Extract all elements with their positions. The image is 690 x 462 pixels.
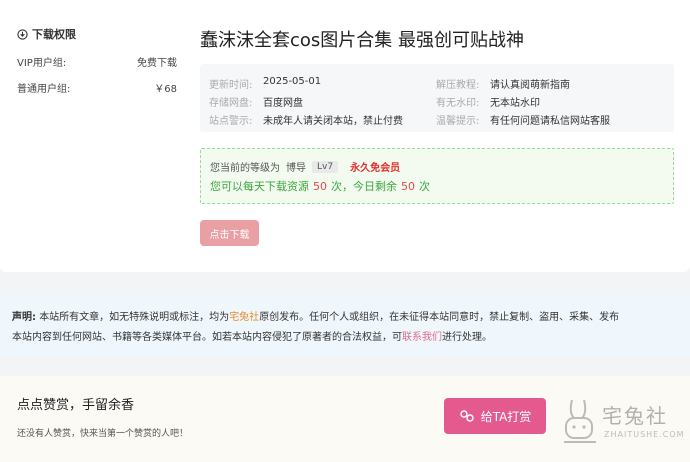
info-watermark: 有无水印: 无本站水印 <box>436 94 540 109</box>
notice-line-1: 声明: 本站所有文章，如无特殊说明或标注，均为宅兔社原创发布。任何个人或组织，在… <box>12 308 619 323</box>
info-update-time: 更新时间: 2025-05-01 <box>209 76 321 91</box>
quota-text-c: 次 <box>419 180 430 193</box>
download-permission-title: 下载权限 <box>32 28 76 41</box>
contact-us-link[interactable]: 联系我们 <box>402 332 442 343</box>
info-value: 2025-05-01 <box>263 76 322 87</box>
post-title: 蠢沫沫全套cos图片合集 最强创可贴战神 <box>200 30 525 51</box>
resource-info-box: 更新时间: 2025-05-01 存储网盘: 百度网盘 站点警示: 未成年人请关… <box>200 64 674 132</box>
download-circle-icon <box>17 28 28 40</box>
reward-icon <box>459 410 474 422</box>
info-key: 解压教程: <box>436 80 480 91</box>
daily-download-count: 50 <box>313 180 327 193</box>
tip-button-label: 给TA打赏 <box>480 409 532 424</box>
rabbit-logo-icon <box>564 399 596 443</box>
level-rank: 博导 <box>286 163 306 174</box>
reward-title: 点点赞赏，手留余香 <box>17 398 135 413</box>
download-button[interactable]: 点击下载 <box>200 220 259 246</box>
notice-line-2: 本站内容到任何网站、书籍等各类媒体平台。如若本站内容侵犯了原著者的合法权益，可联… <box>12 328 492 343</box>
level-line: 您当前的等级为 博导 Lv7 永久免会员 <box>210 159 400 174</box>
vip-group-label: VIP用户组: <box>17 58 67 69</box>
notice-text-3: 本站内容到任何网站、书籍等各类媒体平台。如若本站内容侵犯了原著者的合法权益，可 <box>12 332 402 343</box>
info-value: 未成年人请关闭本站，禁止付费 <box>263 116 403 127</box>
info-key: 温馨提示: <box>436 116 480 127</box>
vip-group-value: 免费下载 <box>137 58 177 69</box>
notice-text-4: 进行处理。 <box>442 332 492 343</box>
normal-group-label: 普通用户组: <box>17 84 71 95</box>
site-watermark-logo: 宅兔社 ZHAITUSHE.COM <box>560 390 686 456</box>
info-key: 站点警示: <box>209 116 253 127</box>
quota-text-b: 次，今日剩余 <box>331 180 397 193</box>
remaining-download-count: 50 <box>401 180 415 193</box>
info-value: 有任何问题请私信网站客服 <box>490 116 610 127</box>
vip-group-row: VIP用户组: 免费下载 <box>17 54 177 69</box>
notice-text-1: 本站所有文章，如无特殊说明或标注，均为 <box>39 312 230 323</box>
info-value: 百度网盘 <box>263 98 303 109</box>
info-value: 无本站水印 <box>490 98 540 109</box>
normal-group-row: 普通用户组: ￥68 <box>17 80 177 95</box>
reward-subtitle: 还没有人赞赏，快来当第一个赞赏的人吧！ <box>17 429 189 439</box>
reward-card: 点点赞赏，手留余香 还没有人赞赏，快来当第一个赞赏的人吧！ 给TA打赏 宅兔社 … <box>0 376 690 462</box>
user-level-box: 您当前的等级为 博导 Lv7 永久免会员 您可以每天下载资源 50 次，今日剩余 50… <box>200 148 674 204</box>
download-quota-line: 您可以每天下载资源 50 次，今日剩余 50 次 <box>210 178 430 194</box>
info-storage: 存储网盘: 百度网盘 <box>209 94 303 109</box>
notice-label: 声明: <box>12 312 36 323</box>
info-extract-guide: 解压教程: 请认真阅萌新指南 <box>436 76 570 91</box>
normal-group-price: ￥68 <box>154 84 177 95</box>
notice-text-2: 原创发布。任何个人或组织，在未征得本站同意时，禁止复制、盗用、采集、发布 <box>259 312 620 323</box>
watermark-url: ZHAITUSHE.COM <box>604 430 685 439</box>
site-name-link[interactable]: 宅兔社 <box>229 312 259 323</box>
copyright-notice: 声明: 本站所有文章，如无特殊说明或标注，均为宅兔社原创发布。任何个人或组织，在… <box>0 294 690 356</box>
vip-status: 永久免会员 <box>350 163 401 174</box>
level-prefix: 您当前的等级为 <box>210 163 280 174</box>
info-tip: 温馨提示: 有任何问题请私信网站客服 <box>436 112 610 127</box>
tip-button[interactable]: 给TA打赏 <box>444 398 546 434</box>
download-permission-heading: 下载权限 <box>17 26 177 42</box>
level-badge: Lv7 <box>312 160 339 173</box>
info-value[interactable]: 请认真阅萌新指南 <box>490 76 570 91</box>
quota-text-a: 您可以每天下载资源 <box>210 180 309 193</box>
info-warning: 站点警示: 未成年人请关闭本站，禁止付费 <box>209 112 403 127</box>
download-card: 下载权限 VIP用户组: 免费下载 普通用户组: ￥68 蠢沫沫全套cos图片合… <box>0 0 690 272</box>
info-key: 存储网盘: <box>209 98 253 109</box>
info-key: 有无水印: <box>436 98 480 109</box>
download-permission-panel: 下载权限 VIP用户组: 免费下载 普通用户组: ￥68 <box>17 26 177 95</box>
info-key: 更新时间: <box>209 80 253 91</box>
watermark-text: 宅兔社 <box>602 404 668 428</box>
